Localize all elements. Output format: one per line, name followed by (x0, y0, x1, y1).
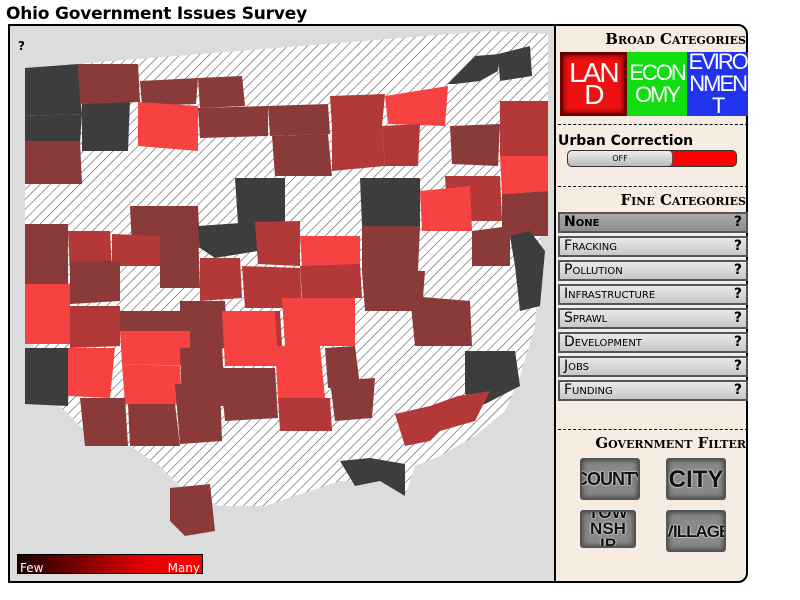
county-region[interactable] (362, 226, 420, 271)
county-region[interactable] (222, 311, 278, 366)
county-region[interactable] (78, 64, 140, 104)
map-help-icon[interactable]: ? (18, 39, 25, 53)
color-legend: Few Many (17, 554, 203, 575)
broad-category-environment-button[interactable]: EVIRONMENT (687, 52, 749, 116)
map-canvas[interactable]: ? (10, 26, 556, 581)
fine-category-fracking[interactable]: Fracking? (558, 236, 748, 257)
urban-correction-toggle[interactable]: OFF (567, 150, 737, 167)
county-region[interactable] (122, 364, 182, 404)
county-region[interactable] (175, 384, 222, 444)
county-region[interactable] (80, 398, 128, 446)
county-region[interactable] (340, 458, 405, 496)
county-region[interactable] (140, 78, 198, 106)
divider (558, 429, 748, 430)
divider (558, 186, 748, 187)
county-region[interactable] (268, 104, 330, 136)
fine-category-development[interactable]: Development? (558, 332, 748, 353)
county-region[interactable] (170, 484, 215, 536)
county-region[interactable] (500, 101, 548, 156)
county-region[interactable] (138, 102, 198, 151)
broad-categories-title: Broad Categories (605, 30, 746, 48)
fine-category-label: Jobs (564, 358, 590, 374)
county-region[interactable] (300, 236, 360, 266)
county-region[interactable] (25, 141, 82, 184)
government-filter-buttons: COUNTY CITY TOWNSHIP VILLAGE (558, 456, 748, 556)
divider (558, 124, 748, 125)
county-region[interactable] (25, 114, 82, 144)
fine-category-infrastructure[interactable]: Infrastructure? (558, 284, 748, 305)
county-region[interactable] (120, 331, 190, 366)
county-region[interactable] (300, 264, 362, 298)
broad-category-land-button[interactable]: LAND (560, 52, 627, 116)
county-region[interactable] (500, 156, 548, 194)
county-region[interactable] (382, 124, 420, 166)
fine-categories-title: Fine Categories (620, 191, 747, 209)
county-region[interactable] (220, 368, 278, 421)
fine-category-pollution[interactable]: Pollution? (558, 260, 748, 281)
fine-category-label: Pollution (564, 262, 623, 278)
fine-category-sprawl[interactable]: Sprawl? (558, 308, 748, 329)
help-icon[interactable]: ? (734, 382, 742, 399)
fine-category-label: Infrastructure (564, 286, 656, 302)
help-icon[interactable]: ? (734, 358, 742, 375)
county-region[interactable] (255, 221, 300, 266)
county-region[interactable] (128, 404, 180, 446)
county-region[interactable] (25, 224, 68, 284)
broad-category-economy-button[interactable]: ECONOMY (626, 52, 688, 116)
legend-few-label: Few (20, 561, 44, 575)
ohio-county-map[interactable]: ? Few Many (10, 26, 556, 581)
county-region[interactable] (25, 64, 82, 116)
help-icon[interactable]: ? (734, 334, 742, 351)
county-region[interactable] (198, 106, 268, 138)
fine-category-list: None? Fracking? Pollution? Infrastructur… (558, 212, 748, 404)
control-panel: Broad Categories LAND ECONOMY EVIRONMENT… (558, 26, 749, 581)
fine-category-label: None (564, 214, 600, 230)
help-icon[interactable]: ? (734, 310, 742, 327)
fine-category-funding[interactable]: Funding? (558, 380, 748, 401)
fine-category-none[interactable]: None? (558, 212, 748, 233)
fine-category-label: Development (564, 334, 642, 350)
help-icon[interactable]: ? (734, 214, 742, 231)
help-icon[interactable]: ? (734, 286, 742, 303)
county-region[interactable] (272, 134, 332, 176)
government-filter-title: Government Filter (595, 434, 746, 452)
filter-village-button[interactable]: VILLAGE (666, 510, 726, 552)
county-region[interactable] (82, 101, 130, 151)
county-region[interactable] (450, 124, 500, 166)
fine-category-label: Funding (564, 382, 613, 398)
county-region[interactable] (472, 226, 510, 266)
fine-category-label: Sprawl (564, 310, 608, 326)
fine-category-jobs[interactable]: Jobs? (558, 356, 748, 377)
county-region[interactable] (160, 231, 200, 288)
county-region[interactable] (200, 258, 242, 301)
toggle-state-label: OFF (568, 151, 673, 166)
county-region[interactable] (275, 346, 325, 398)
county-region[interactable] (360, 178, 420, 226)
county-region[interactable] (332, 126, 385, 171)
county-region[interactable] (120, 311, 182, 331)
urban-correction-label: Urban Correction (558, 133, 694, 149)
county-region[interactable] (410, 296, 472, 346)
county-region[interactable] (235, 178, 285, 226)
page-title: Ohio Government Issues Survey (6, 4, 307, 24)
filter-township-button[interactable]: TOWNSHIP (580, 510, 636, 548)
county-region[interactable] (68, 348, 115, 398)
help-icon[interactable]: ? (734, 262, 742, 279)
county-region[interactable] (70, 306, 120, 348)
county-region[interactable] (70, 261, 120, 304)
county-region[interactable] (25, 284, 70, 344)
fine-category-label: Fracking (564, 238, 617, 254)
help-icon[interactable]: ? (734, 238, 742, 255)
county-region[interactable] (330, 378, 375, 421)
legend-many-label: Many (167, 561, 200, 575)
county-region[interactable] (282, 298, 355, 346)
broad-category-buttons: LAND ECONOMY EVIRONMENT (560, 52, 749, 116)
county-region[interactable] (198, 76, 245, 108)
county-region[interactable] (278, 398, 332, 431)
filter-city-button[interactable]: CITY (666, 458, 726, 500)
county-region[interactable] (25, 348, 70, 406)
county-region[interactable] (330, 94, 385, 128)
filter-county-button[interactable]: COUNTY (580, 458, 640, 500)
county-region[interactable] (420, 186, 472, 231)
